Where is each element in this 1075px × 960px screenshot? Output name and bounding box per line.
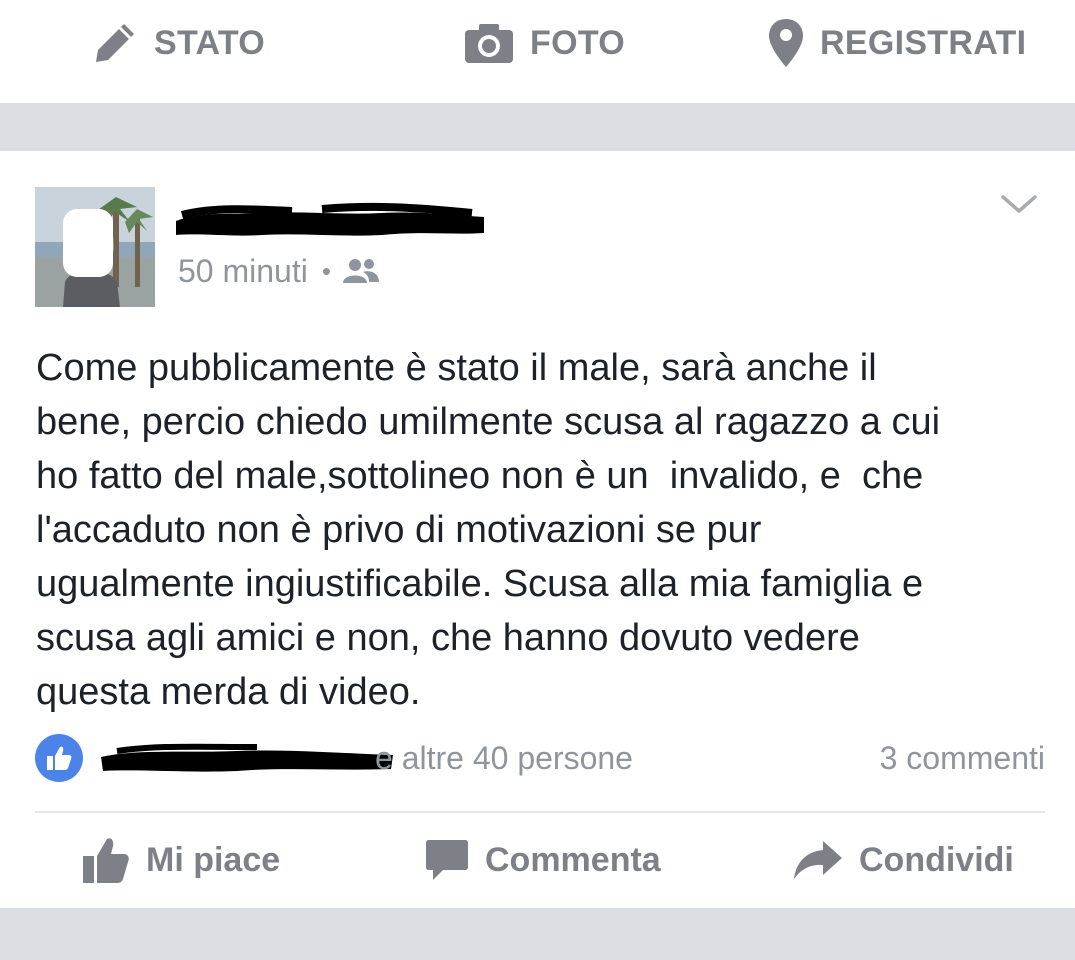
post-text: Come pubblicamente è stato il male, sarà… xyxy=(36,347,941,713)
post-options-chevron-icon[interactable] xyxy=(1000,191,1038,219)
reactions-bar: e altre 40 persone 3 commenti xyxy=(35,733,1045,783)
location-pin-icon xyxy=(768,18,804,68)
photo-button[interactable]: FOTO xyxy=(464,18,625,68)
share-arrow-icon xyxy=(793,839,843,881)
comment-button[interactable]: Commenta xyxy=(425,831,661,889)
share-label: Condividi xyxy=(859,840,1014,879)
pencil-icon xyxy=(92,20,138,66)
comment-label: Commenta xyxy=(485,840,661,879)
share-button[interactable]: Condividi xyxy=(793,831,1014,889)
thumbs-up-icon xyxy=(82,836,130,884)
friends-icon xyxy=(342,257,379,285)
like-reaction-icon[interactable] xyxy=(35,734,83,782)
divider xyxy=(35,811,1045,813)
status-button[interactable]: STATO xyxy=(92,18,265,68)
comments-count[interactable]: 3 commenti xyxy=(880,733,1045,783)
composer-bar: STATO FOTO REGISTRATI xyxy=(0,0,1075,103)
author-name-redacted[interactable] xyxy=(172,201,488,243)
like-label: Mi piace xyxy=(146,840,281,879)
photo-label: FOTO xyxy=(530,23,626,62)
camera-icon xyxy=(464,22,514,64)
likers-name-redacted[interactable] xyxy=(97,741,397,777)
avatar[interactable] xyxy=(35,187,155,307)
like-button[interactable]: Mi piace xyxy=(82,831,280,889)
status-label: STATO xyxy=(154,23,266,62)
post-card: 50 minuti • Come pubblicamente è stato i… xyxy=(0,151,1075,908)
post-meta: 50 minuti • xyxy=(178,251,379,291)
meta-separator: • xyxy=(321,255,331,286)
checkin-label: REGISTRATI xyxy=(820,23,1027,62)
checkin-button[interactable]: REGISTRATI xyxy=(768,18,1026,68)
likes-others-count[interactable]: e altre 40 persone xyxy=(375,733,633,783)
comment-icon xyxy=(425,838,469,882)
post-time[interactable]: 50 minuti xyxy=(178,253,308,290)
